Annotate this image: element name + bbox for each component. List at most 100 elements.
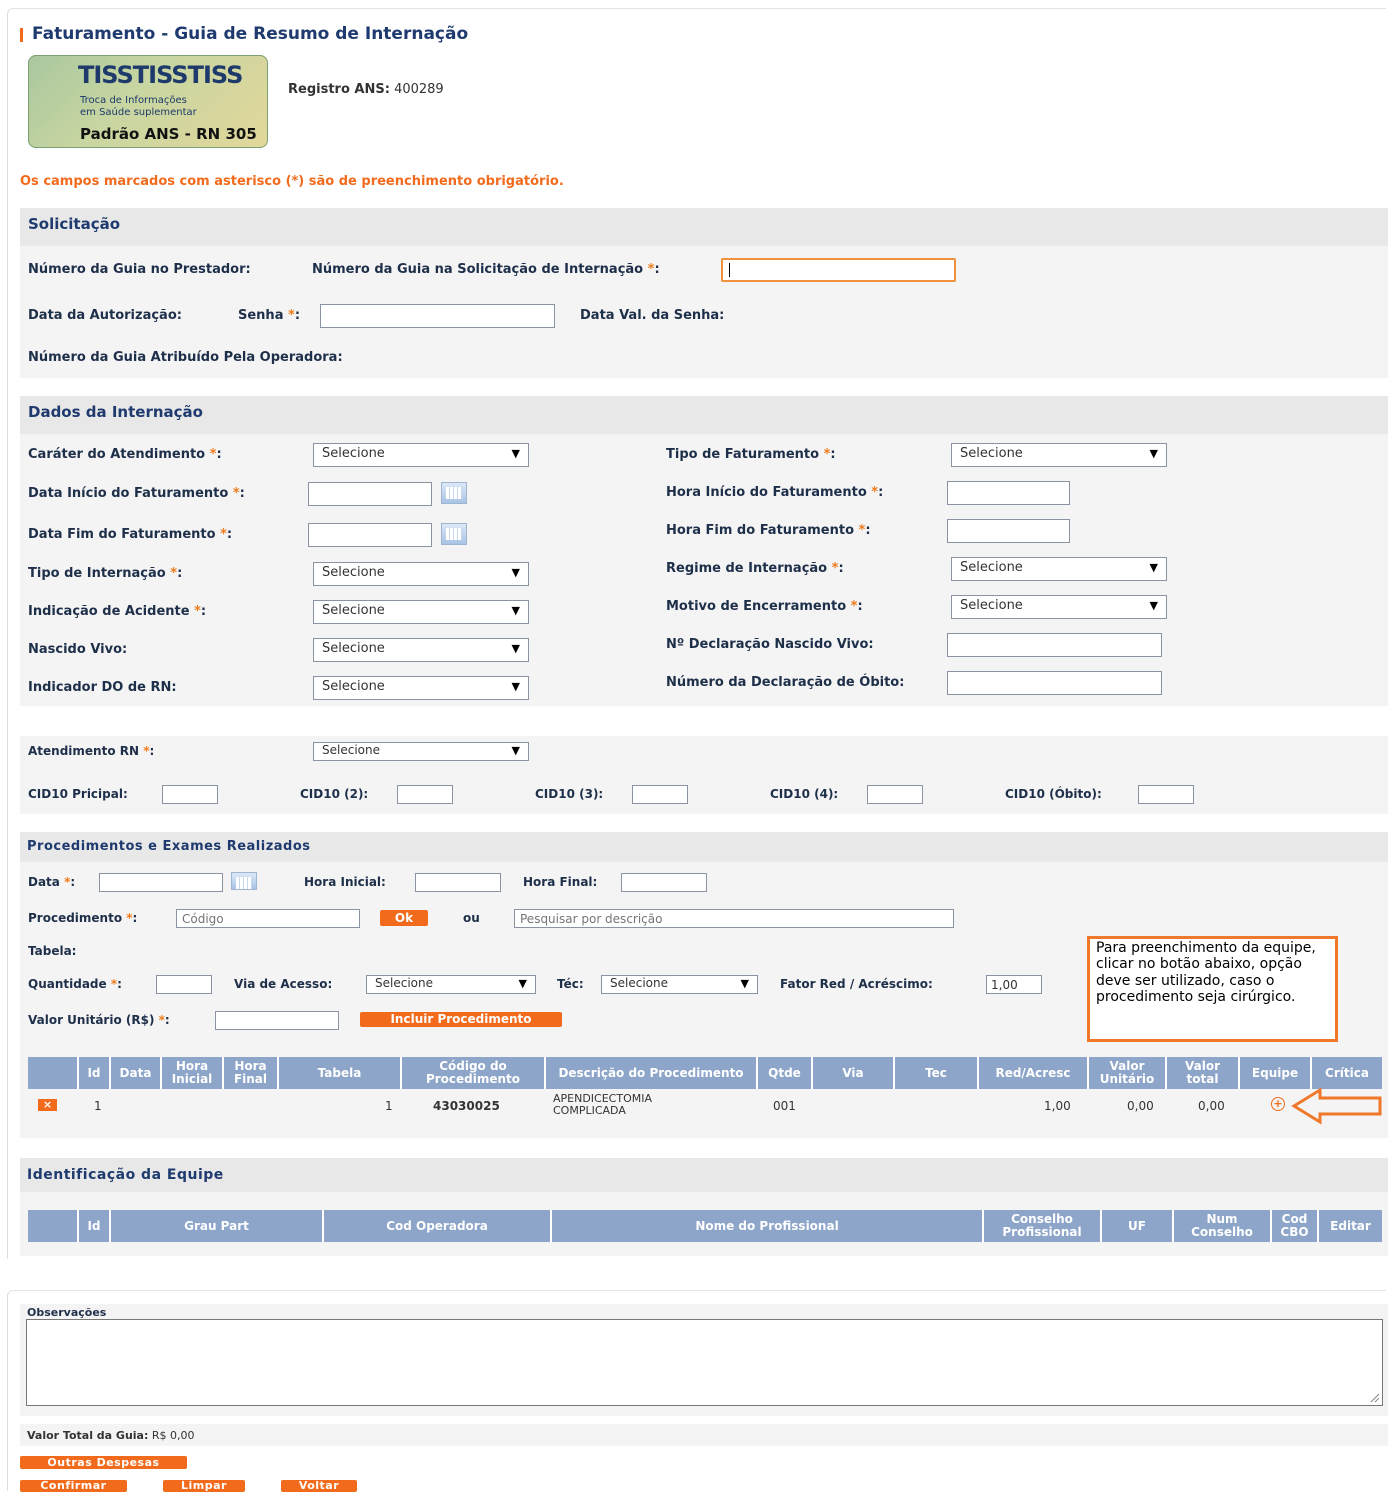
outras-despesas-button[interactable]: Outras Despesas — [20, 1456, 187, 1469]
proc-data-input[interactable] — [99, 873, 223, 892]
arrow-left-icon — [1291, 1087, 1382, 1125]
data-inicio-input[interactable] — [308, 482, 432, 506]
data-fim-input[interactable] — [308, 523, 432, 547]
equipe-tooltip: Para preenchimento da equipe, clicar no … — [1087, 936, 1338, 1042]
cid4-input[interactable] — [867, 785, 923, 804]
indicador-do-select[interactable]: Selecione ▼ — [313, 676, 529, 700]
table-row: × 1 1 43030025 APENDICECTOMIA COMPLICADA… — [28, 1090, 1382, 1120]
hora-fim-input[interactable] — [947, 519, 1070, 543]
chevron-down-icon: ▼ — [511, 680, 520, 693]
indicacao-acidente-select[interactable]: Selecione ▼ — [313, 600, 529, 624]
registro-ans: Registro ANS: 400289 — [288, 82, 444, 97]
tipo-internacao-text: Tipo de Internação — [28, 566, 166, 581]
hora-fim-text: Hora Fim do Faturamento — [666, 523, 854, 538]
tipo-faturamento-text: Tipo de Faturamento — [666, 447, 820, 462]
th-actions — [28, 1057, 79, 1089]
add-equipe-icon[interactable]: + — [1271, 1097, 1285, 1111]
th-valor-unitario: Valor Unitário — [1089, 1057, 1167, 1089]
th-cod-cbo: Cod CBO — [1272, 1210, 1319, 1242]
voltar-button[interactable]: Voltar — [281, 1480, 357, 1492]
tec-select-value: Selecione — [610, 976, 668, 990]
numero-solicitacao-label: Número da Guia na Solicitação de Interna… — [312, 262, 660, 277]
cid2-input[interactable] — [397, 785, 453, 804]
page-title: Faturamento - Guia de Resumo de Internaç… — [32, 24, 469, 44]
indicacao-acidente-select-value: Selecione — [322, 603, 385, 618]
carater-label: Caráter do Atendimento *: — [28, 447, 222, 462]
row-codigo: 43030025 — [433, 1099, 500, 1113]
th-actions — [28, 1210, 79, 1242]
atendimento-rn-select[interactable]: Selecione ▼ — [313, 742, 529, 761]
senha-text: Senha — [238, 308, 284, 323]
nascido-vivo-select[interactable]: Selecione ▼ — [313, 638, 529, 662]
nascido-vivo-label: Nascido Vivo: — [28, 642, 128, 657]
th-num-conselho: Num Conselho — [1174, 1210, 1272, 1242]
data-inicio-text: Data Início do Faturamento — [28, 486, 229, 501]
row-qtde: 001 — [773, 1099, 796, 1113]
indicacao-acidente-text: Indicação de Acidente — [28, 604, 190, 619]
hora-final-input[interactable] — [621, 873, 707, 892]
hora-inicio-input[interactable] — [947, 481, 1070, 505]
motivo-select[interactable]: Selecione ▼ — [951, 595, 1167, 619]
data-inicio-label: Data Início do Faturamento *: — [28, 486, 245, 501]
th-qtde: Qtde — [758, 1057, 813, 1089]
confirmar-button[interactable]: Confirmar — [20, 1480, 127, 1492]
tec-select[interactable]: Selecione ▼ — [601, 975, 758, 994]
data-autorizacao-label: Data da Autorização: — [28, 308, 182, 323]
resize-handle-icon[interactable] — [1370, 1393, 1380, 1403]
cid3-input[interactable] — [632, 785, 688, 804]
th-red-acresc: Red/Acresc — [979, 1057, 1089, 1089]
numero-operadora-label: Número da Guia Atribuído Pela Operadora: — [28, 350, 343, 365]
numero-solicitacao-input[interactable] — [721, 258, 956, 282]
valor-total-value: R$ 0,00 — [151, 1429, 195, 1442]
calendar-icon[interactable] — [441, 482, 467, 504]
valor-unitario-input[interactable] — [215, 1011, 339, 1030]
hora-inicial-input[interactable] — [415, 873, 501, 892]
hora-inicio-text: Hora Início do Faturamento — [666, 485, 867, 500]
decl-obito-input[interactable] — [947, 671, 1162, 695]
tipo-internacao-select[interactable]: Selecione ▼ — [313, 562, 529, 586]
nascido-vivo-select-value: Selecione — [322, 641, 385, 656]
ok-button[interactable]: Ok — [380, 910, 428, 926]
chevron-down-icon: ▼ — [511, 604, 520, 617]
motivo-text: Motivo de Encerramento — [666, 599, 847, 614]
codigo-input[interactable] — [176, 909, 360, 928]
chevron-down-icon: ▼ — [511, 744, 520, 757]
decl-obito-label: Número da Declaração de Óbito: — [666, 675, 905, 690]
cid-obito-input[interactable] — [1138, 785, 1194, 804]
chevron-down-icon: ▼ — [511, 447, 520, 460]
decl-nascido-input[interactable] — [947, 633, 1162, 657]
th-conselho-profissional: Conselho Profissional — [984, 1210, 1102, 1242]
data-fim-label: Data Fim do Faturamento *: — [28, 527, 233, 542]
delete-row-button[interactable]: × — [38, 1099, 57, 1111]
tiss-logo: TISSTISSTISS Troca de Informações em Saú… — [28, 55, 268, 148]
procedimento-text: Procedimento — [28, 911, 123, 925]
carater-select[interactable]: Selecione ▼ — [313, 443, 529, 467]
th-tec: Tec — [895, 1057, 979, 1089]
limpar-button[interactable]: Limpar — [163, 1480, 245, 1492]
th-grau-part: Grau Part — [111, 1210, 324, 1242]
tipo-faturamento-select[interactable]: Selecione ▼ — [951, 443, 1167, 467]
regime-select[interactable]: Selecione ▼ — [951, 557, 1167, 581]
via-acesso-select[interactable]: Selecione ▼ — [366, 975, 536, 994]
calendar-icon[interactable] — [441, 523, 467, 545]
logo-tiss-text: TISSTISSTISS — [78, 61, 243, 89]
descricao-input[interactable] — [514, 909, 954, 928]
registro-label: Registro ANS: — [288, 82, 390, 97]
incluir-procedimento-button[interactable]: Incluir Procedimento — [360, 1012, 562, 1027]
internacao-band — [20, 396, 1388, 706]
calendar-icon[interactable] — [231, 872, 257, 890]
observacoes-textarea[interactable] — [26, 1319, 1383, 1406]
numero-prestador-label: Número da Guia no Prestador: — [28, 262, 251, 277]
registro-value: 400289 — [394, 82, 444, 97]
regime-text: Regime de Internação — [666, 561, 828, 576]
cid-principal-input[interactable] — [162, 785, 218, 804]
th-data: Data — [111, 1057, 162, 1089]
motivo-label: Motivo de Encerramento *: — [666, 599, 863, 614]
senha-input[interactable] — [320, 304, 555, 328]
fator-input[interactable] — [986, 975, 1042, 994]
atendimento-rn-select-value: Selecione — [322, 743, 380, 757]
regime-select-value: Selecione — [960, 560, 1023, 575]
th-nome-profissional: Nome do Profissional — [552, 1210, 984, 1242]
th-editar: Editar — [1319, 1210, 1382, 1242]
quantidade-input[interactable] — [156, 975, 212, 994]
